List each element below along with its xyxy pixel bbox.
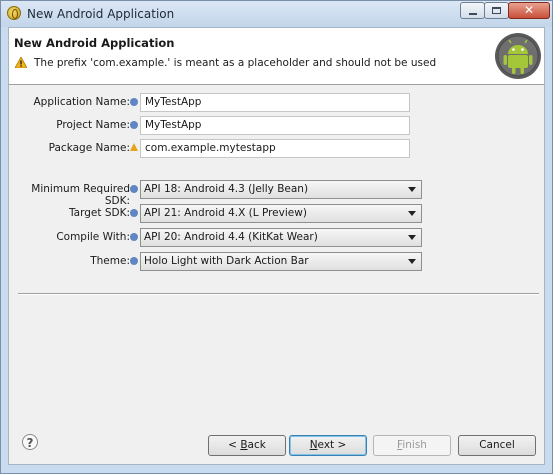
- target-sdk-select[interactable]: API 21: Android 4.X (L Preview): [140, 204, 422, 223]
- chevron-down-icon: [408, 235, 416, 240]
- theme-label: Theme:: [90, 255, 130, 267]
- app-name-info-icon: [130, 98, 138, 106]
- help-button[interactable]: ?: [22, 434, 38, 450]
- close-icon: ✕: [523, 3, 535, 17]
- package-name-warning-icon: [130, 143, 138, 151]
- min-sdk-value: API 18: Android 4.3 (Jelly Bean): [144, 183, 309, 195]
- wizard-content: New Android Application The prefix 'com.…: [8, 27, 545, 465]
- window-title: New Android Application: [27, 7, 175, 21]
- target-sdk-info-icon: [130, 209, 138, 217]
- project-name-info-icon: [130, 121, 138, 129]
- close-button[interactable]: ✕: [508, 2, 550, 19]
- dialog-window: New Android Application ✕ New Android Ap…: [0, 0, 553, 474]
- theme-select[interactable]: Holo Light with Dark Action Bar: [140, 252, 422, 271]
- compile-with-info-icon: [130, 233, 138, 241]
- min-sdk-info-icon: [130, 185, 138, 193]
- chevron-down-icon: [408, 259, 416, 264]
- android-logo-icon: [495, 33, 541, 79]
- back-button[interactable]: < Back: [208, 435, 286, 456]
- target-sdk-value: API 21: Android 4.X (L Preview): [144, 207, 307, 219]
- maximize-button[interactable]: [484, 2, 509, 19]
- app-name-input[interactable]: MyTestApp: [140, 93, 410, 112]
- wizard-banner: New Android Application The prefix 'com.…: [9, 28, 544, 85]
- chevron-down-icon: [408, 187, 416, 192]
- cancel-button[interactable]: Cancel: [458, 435, 536, 456]
- package-name-label: Package Name:: [48, 142, 130, 154]
- banner-title: New Android Application: [14, 36, 175, 50]
- min-sdk-select[interactable]: API 18: Android 4.3 (Jelly Bean): [140, 180, 422, 199]
- minimize-button[interactable]: [460, 2, 485, 19]
- chevron-down-icon: [408, 211, 416, 216]
- separator: [18, 293, 539, 295]
- project-name-input[interactable]: MyTestApp: [140, 116, 410, 135]
- eclipse-app-icon: [7, 6, 21, 20]
- package-name-input[interactable]: com.example.mytestapp: [140, 139, 410, 158]
- compile-with-label: Compile With:: [56, 231, 130, 243]
- project-name-label: Project Name:: [56, 119, 130, 131]
- banner-warning-message: The prefix 'com.example.' is meant as a …: [34, 57, 437, 69]
- minimize-icon: [469, 13, 477, 15]
- compile-with-value: API 20: Android 4.4 (KitKat Wear): [144, 231, 318, 243]
- title-bar[interactable]: New Android Application ✕: [1, 1, 552, 27]
- maximize-icon: [492, 7, 501, 14]
- theme-value: Holo Light with Dark Action Bar: [144, 255, 309, 267]
- finish-button[interactable]: Finish: [373, 435, 451, 456]
- theme-info-icon: [130, 257, 138, 265]
- app-name-label: Application Name:: [33, 96, 130, 108]
- compile-with-select[interactable]: API 20: Android 4.4 (KitKat Wear): [140, 228, 422, 247]
- target-sdk-label: Target SDK:: [69, 207, 130, 219]
- next-button[interactable]: Next >: [289, 435, 367, 456]
- warning-icon: [15, 57, 27, 68]
- min-sdk-label: Minimum Required SDK:: [31, 183, 130, 207]
